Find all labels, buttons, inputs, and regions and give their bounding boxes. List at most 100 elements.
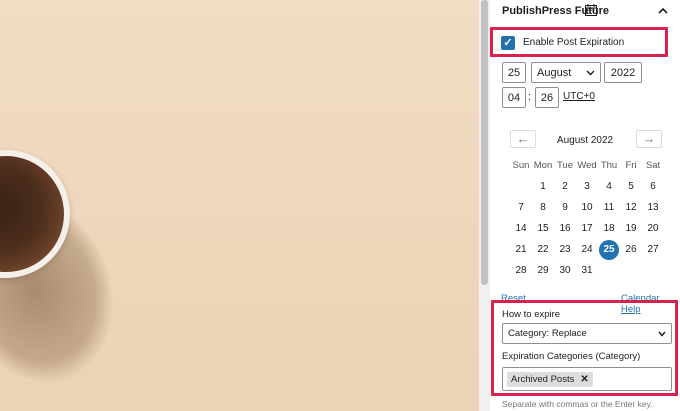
calendar-day[interactable]: 18	[598, 218, 620, 239]
calendar-day[interactable]: 24	[576, 239, 598, 260]
calendar-week-row: 28 29 30 31	[510, 260, 664, 281]
calendar-day-number: 17	[581, 223, 593, 234]
calendar-day[interactable]: 14	[510, 218, 532, 239]
calendar-day-number: 21	[515, 244, 527, 255]
calendar-empty-cell	[642, 260, 664, 281]
settings-sidebar: PublishPress Future ✓ Enable Post Expira…	[490, 0, 680, 411]
calendar-day-number: 4	[606, 181, 612, 192]
calendar-grid: Sun Mon Tue Wed Thu Fri Sat 1 2 3 4 5 6 7 8 9 10 1…	[510, 155, 664, 281]
weekday-label: Sun	[512, 160, 530, 171]
next-month-button[interactable]: →	[636, 130, 662, 148]
calendar-empty-cell	[510, 176, 532, 197]
calendar-day[interactable]: 8	[532, 197, 554, 218]
calendar-weeks: 1 2 3 4 5 6 7 8 9 10 11 12 13 14 15 16 17 18 19 20 21 22 23 24 2…	[510, 176, 664, 281]
categories-help-text: Separate with commas or the Enter key.	[502, 399, 653, 409]
calendar-day-number: 24	[581, 244, 593, 255]
calendar-day[interactable]: 27	[642, 239, 664, 260]
calendar-day[interactable]: 10	[576, 197, 598, 218]
chevron-down-icon	[658, 331, 666, 337]
weekday-header: Sun Mon Tue Wed Thu Fri Sat	[510, 155, 664, 176]
calendar-day-number: 16	[559, 223, 571, 234]
calendar-day-number: 9	[562, 202, 568, 213]
calendar-day-number: 29	[537, 265, 549, 276]
month-select[interactable]: August	[531, 62, 601, 83]
calendar-day[interactable]: 31	[576, 260, 598, 281]
calendar-day[interactable]: 7	[510, 197, 532, 218]
coffee-surface	[0, 156, 64, 272]
calendar-day-number: 1	[540, 181, 546, 192]
calendar-day[interactable]: 4	[598, 176, 620, 197]
weekday-label: Tue	[556, 160, 574, 171]
calendar-day-number: 27	[647, 244, 659, 255]
calendar-day[interactable]: 1	[532, 176, 554, 197]
scrollbar-thumb[interactable]	[481, 0, 488, 285]
calendar-day[interactable]: 12	[620, 197, 642, 218]
how-to-expire-label: How to expire	[502, 309, 561, 320]
calendar-day[interactable]: 30	[554, 260, 576, 281]
calendar-day-number: 13	[647, 202, 659, 213]
calendar-day-number: 2	[562, 181, 568, 192]
calendar-day-number: 19	[625, 223, 637, 234]
calendar-day-number: 30	[559, 265, 571, 276]
calendar-day-number: 20	[647, 223, 659, 234]
enable-expiration-checkbox[interactable]: ✓	[501, 36, 515, 50]
calendar-week-row: 14 15 16 17 18 19 20	[510, 218, 664, 239]
calendar-empty-cell	[598, 260, 620, 281]
calendar-day[interactable]: 29	[532, 260, 554, 281]
expiration-categories-label: Expiration Categories (Category)	[502, 351, 641, 362]
year-input[interactable]: 2022	[604, 62, 642, 83]
calendar-day-number: 25	[599, 240, 619, 260]
calendar-day[interactable]: 20	[642, 218, 664, 239]
how-to-expire-select[interactable]: Category: Replace	[502, 323, 672, 344]
calendar-day-number: 7	[518, 202, 524, 213]
calendar-day-number: 3	[584, 181, 590, 192]
calendar-day-number: 22	[537, 244, 549, 255]
calendar-day[interactable]: 11	[598, 197, 620, 218]
calendar-day[interactable]: 21	[510, 239, 532, 260]
weekday-label: Fri	[625, 160, 637, 171]
weekday-label: Thu	[600, 160, 618, 171]
arrow-right-icon: →	[642, 131, 656, 146]
calendar-day[interactable]: 17	[576, 218, 598, 239]
calendar-week-row: 1 2 3 4 5 6	[510, 176, 664, 197]
enable-expiration-label: Enable Post Expiration	[523, 37, 625, 48]
calendar-day[interactable]: 19	[620, 218, 642, 239]
remove-token-icon[interactable]: ✕	[580, 372, 588, 387]
calendar-day[interactable]: 26	[620, 239, 642, 260]
chevron-down-icon	[586, 70, 595, 76]
calendar-day-number: 31	[581, 265, 593, 276]
calendar-day[interactable]: 16	[554, 218, 576, 239]
calendar-day-number: 6	[650, 181, 656, 192]
calendar-day[interactable]: 9	[554, 197, 576, 218]
calendar-day-number: 15	[537, 223, 549, 234]
minute-input[interactable]: 26	[535, 87, 559, 108]
calendar-empty-cell	[620, 260, 642, 281]
calendar-day[interactable]: 6	[642, 176, 664, 197]
calendar-day[interactable]: 22	[532, 239, 554, 260]
calendar-day-number: 28	[515, 265, 527, 276]
calendar-day-number: 11	[603, 202, 615, 213]
panel-header[interactable]: PublishPress Future	[490, 0, 680, 24]
calendar-day-number: 8	[540, 202, 546, 213]
calendar-day[interactable]: 13	[642, 197, 664, 218]
calendar-day[interactable]: 5	[620, 176, 642, 197]
calendar-day[interactable]: 3	[576, 176, 598, 197]
day-input[interactable]: 25	[502, 62, 526, 83]
calendar-day[interactable]: 23	[554, 239, 576, 260]
calendar-day-number: 12	[625, 202, 637, 213]
category-token: Archived Posts ✕	[507, 372, 593, 387]
calendar-week-row: 21 22 23 24 25 26 27	[510, 239, 664, 260]
calendar-day[interactable]: 2	[554, 176, 576, 197]
calendar-week-row: 7 8 9 10 11 12 13	[510, 197, 664, 218]
hour-input[interactable]: 04	[502, 87, 526, 108]
calendar-day-number: 14	[515, 223, 527, 234]
calendar-day[interactable]: 28	[510, 260, 532, 281]
calendar-day-number: 10	[581, 202, 593, 213]
calendar-icon	[585, 4, 597, 16]
calendar-day[interactable]: 15	[532, 218, 554, 239]
calendar-day-number: 23	[559, 244, 571, 255]
chevron-up-icon[interactable]	[658, 7, 668, 15]
calendar-day[interactable]: 25	[598, 239, 620, 260]
weekday-label: Wed	[577, 160, 597, 171]
timezone-link[interactable]: UTC+0	[563, 91, 595, 102]
